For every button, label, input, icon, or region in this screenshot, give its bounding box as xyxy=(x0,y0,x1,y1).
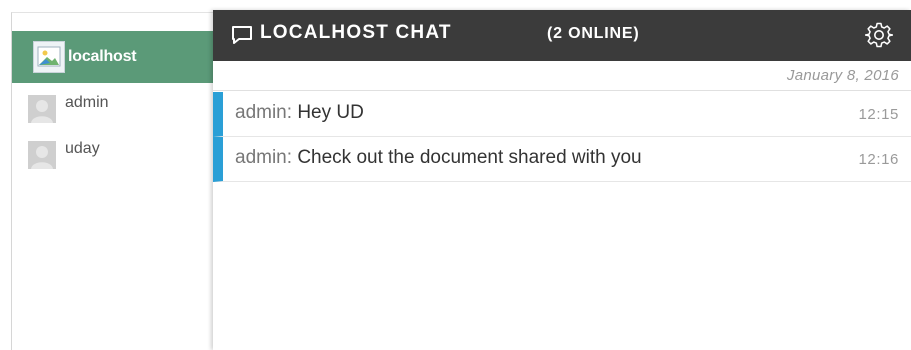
message-time: 12:15 xyxy=(858,106,899,123)
date-divider: January 8, 2016 xyxy=(213,61,911,91)
message-text: Hey UD xyxy=(297,102,364,123)
message-time: 12:16 xyxy=(858,151,899,168)
user-name: uday xyxy=(65,140,100,157)
message-body: admin: Check out the document shared wit… xyxy=(235,147,642,169)
chat-window: localhost admin uday LOCALHOST CHAT (2 O… xyxy=(0,0,911,350)
sidebar-item-localhost[interactable]: localhost xyxy=(12,31,213,83)
avatar-placeholder-icon xyxy=(28,95,56,123)
message-author: admin: xyxy=(235,147,293,168)
sidebar: localhost admin uday xyxy=(11,12,213,350)
sidebar-item-label: localhost xyxy=(68,48,137,65)
gear-icon[interactable] xyxy=(865,21,893,49)
message-item: admin: Check out the document shared wit… xyxy=(213,137,911,182)
broken-image-icon xyxy=(33,41,65,73)
message-body: admin: Hey UD xyxy=(235,102,364,124)
online-count: (2 ONLINE) xyxy=(547,25,640,42)
message-text: Check out the document shared with you xyxy=(297,147,642,168)
sidebar-user-uday[interactable]: uday xyxy=(12,135,213,175)
message-item: admin: Hey UD 12:15 xyxy=(213,92,911,137)
sidebar-user-admin[interactable]: admin xyxy=(12,89,213,129)
user-name: admin xyxy=(65,94,109,111)
chat-panel: LOCALHOST CHAT (2 ONLINE) January 8, 201… xyxy=(213,10,911,350)
avatar-placeholder-icon xyxy=(28,141,56,169)
message-list: admin: Hey UD 12:15 admin: Check out the… xyxy=(213,92,911,182)
message-author: admin: xyxy=(235,102,293,123)
date-label: January 8, 2016 xyxy=(786,67,899,84)
chat-bubble-icon xyxy=(232,26,252,44)
chat-title: LOCALHOST CHAT xyxy=(260,22,452,43)
chat-header: LOCALHOST CHAT (2 ONLINE) xyxy=(213,10,911,61)
